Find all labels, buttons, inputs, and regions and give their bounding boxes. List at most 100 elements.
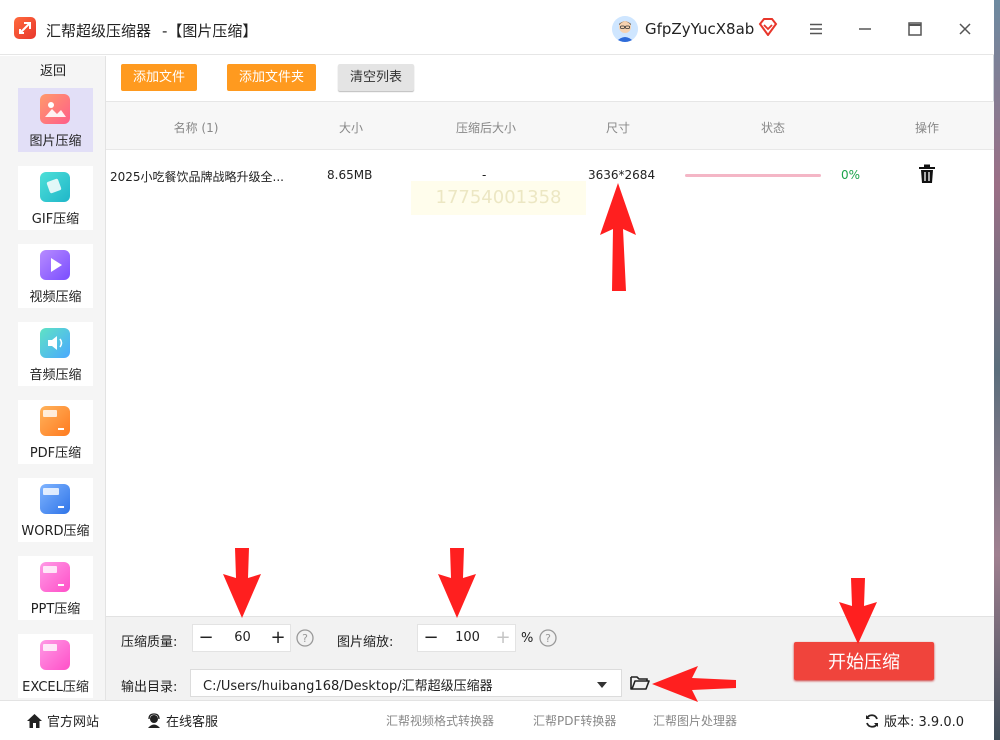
sidebar-item-video[interactable]: 视频压缩 — [18, 244, 93, 308]
sidebar-item-excel[interactable]: EXCEL压缩 — [18, 634, 93, 698]
scale-help-icon[interactable]: ? — [539, 629, 557, 651]
output-path-select[interactable]: C:/Users/huibang168/Desktop/汇帮超级压缩器 — [190, 669, 622, 697]
video-converter-link[interactable]: 汇帮视频格式转换器 — [386, 712, 494, 729]
close-button[interactable] — [952, 16, 978, 42]
app-window: 汇帮超级压缩器 -【图片压缩】 GfpZyYucX8ab 返回 图片压缩 GIF… — [0, 0, 994, 740]
username[interactable]: GfpZyYucX8ab — [645, 20, 754, 38]
progress-percent: 0% — [841, 168, 861, 182]
quality-help-icon[interactable]: ? — [296, 629, 314, 651]
scale-decrease-button[interactable]: − — [418, 625, 444, 651]
sidebar-item-ppt[interactable]: PPT压缩 — [18, 556, 93, 620]
output-label: 输出目录: — [121, 680, 178, 695]
svg-text:?: ? — [302, 632, 308, 645]
official-website-link[interactable]: 官方网站 — [26, 711, 99, 730]
start-compress-button[interactable]: 开始压缩 — [794, 642, 934, 680]
sidebar-item-gif[interactable]: GIF压缩 — [18, 166, 93, 230]
sidebar-item-label: 图片压缩 — [29, 134, 82, 149]
file-name: 2025小吃餐饮品牌战略升级全... — [110, 170, 284, 184]
trash-icon — [919, 164, 935, 183]
online-support-link[interactable]: 在线客服 — [146, 711, 218, 730]
add-file-button[interactable]: 添加文件 — [121, 64, 198, 91]
gif-icon — [40, 172, 70, 202]
official-website-label: 官方网站 — [47, 715, 100, 730]
scale-value[interactable]: 100 — [444, 630, 491, 645]
quality-increase-button[interactable]: + — [265, 625, 291, 651]
image-processor-link[interactable]: 汇帮图片处理器 — [653, 712, 737, 729]
quality-label: 压缩质量: — [121, 635, 178, 650]
sidebar-item-label: EXCEL压缩 — [22, 680, 89, 695]
minimize-icon — [859, 28, 871, 30]
sidebar-item-audio[interactable]: 音频压缩 — [18, 322, 93, 386]
open-folder-button[interactable] — [630, 675, 650, 695]
menu-button[interactable] — [803, 16, 829, 42]
svg-text:?: ? — [545, 632, 551, 645]
scale-increase-button[interactable]: + — [490, 625, 516, 651]
column-header-dimensions: 尺寸 — [605, 121, 630, 135]
column-header-name: 名称 (1) — [173, 121, 219, 135]
column-header-action: 操作 — [914, 121, 939, 135]
watermark: 17754001358 — [411, 181, 586, 215]
column-header-size: 大小 — [338, 121, 363, 135]
user-avatar[interactable] — [612, 16, 638, 42]
image-icon — [40, 94, 70, 124]
home-icon — [27, 714, 42, 728]
video-play-icon — [40, 250, 70, 280]
sidebar-item-image[interactable]: 图片压缩 — [18, 88, 93, 152]
minimize-button[interactable] — [852, 16, 878, 42]
settings-panel: 压缩质量: − 60 + ? 图片缩放: − 100 + % ? 输出目录: C… — [106, 616, 994, 700]
maximize-button[interactable] — [902, 16, 928, 42]
sidebar-item-label: PPT压缩 — [30, 602, 81, 617]
word-file-icon — [40, 484, 70, 514]
scale-unit: % — [521, 631, 534, 646]
version-info[interactable]: 版本: 3.9.0.0 — [864, 711, 964, 730]
sidebar-item-label: 视频压缩 — [29, 290, 82, 305]
sidebar-item-label: GIF压缩 — [31, 212, 80, 227]
quality-value[interactable]: 60 — [219, 630, 266, 645]
sidebar-item-label: 音频压缩 — [29, 368, 82, 383]
app-logo-icon — [14, 17, 36, 39]
refresh-icon — [866, 714, 878, 728]
hamburger-menu-icon — [810, 23, 822, 35]
excel-file-icon — [40, 640, 70, 670]
delete-button[interactable] — [918, 164, 936, 188]
add-folder-button[interactable]: 添加文件夹 — [227, 64, 317, 91]
file-size: 8.65MB — [327, 168, 373, 182]
app-title: 汇帮超级压缩器 — [46, 22, 152, 40]
quality-decrease-button[interactable]: − — [193, 625, 219, 651]
pdf-converter-link[interactable]: 汇帮PDF转换器 — [533, 712, 616, 729]
table-row[interactable]: 17754001358 2025小吃餐饮品牌战略升级全... 8.65MB - … — [106, 151, 994, 215]
audio-icon — [40, 328, 70, 358]
sidebar-item-word[interactable]: WORD压缩 — [18, 478, 93, 542]
app-subtitle: -【图片压缩】 — [162, 22, 258, 40]
column-header-status: 状态 — [760, 121, 785, 135]
scale-label: 图片缩放: — [337, 635, 394, 650]
sidebar-item-label: PDF压缩 — [29, 446, 82, 461]
file-table: 名称 (1) 大小 压缩后大小 尺寸 状态 操作 17754001358 202… — [106, 101, 994, 616]
output-path: C:/Users/huibang168/Desktop/汇帮超级压缩器 — [203, 679, 493, 694]
scale-stepper[interactable]: − 100 + — [417, 624, 516, 652]
pdf-file-icon — [40, 406, 70, 436]
compressed-size: - — [482, 168, 487, 182]
chevron-down-icon — [597, 682, 607, 688]
sidebar: 返回 图片压缩 GIF压缩 视频压缩 音频压缩 PDF压缩 WORD压缩 PPT… — [0, 56, 106, 700]
online-support-label: 在线客服 — [166, 715, 219, 730]
sidebar-item-pdf[interactable]: PDF压缩 — [18, 400, 93, 464]
ppt-file-icon — [40, 562, 70, 592]
version-value: 3.9.0.0 — [918, 715, 965, 730]
version-label: 版本: — [884, 715, 915, 730]
sidebar-item-label: WORD压缩 — [21, 524, 90, 539]
maximize-icon — [908, 22, 922, 36]
progress-bar — [685, 174, 821, 177]
customer-service-icon — [148, 713, 160, 728]
folder-open-icon — [630, 676, 650, 690]
table-header: 名称 (1) 大小 压缩后大小 尺寸 状态 操作 — [106, 102, 994, 150]
clear-list-button[interactable]: 清空列表 — [338, 64, 415, 91]
title-bar: 汇帮超级压缩器 -【图片压缩】 GfpZyYucX8ab — [0, 0, 994, 55]
image-dimensions: 3636*2684 — [588, 168, 656, 182]
back-button[interactable]: 返回 — [0, 60, 106, 79]
column-header-compressed-size: 压缩后大小 — [455, 121, 516, 135]
desktop-background-strip — [994, 0, 1000, 740]
quality-stepper[interactable]: − 60 + — [192, 624, 291, 652]
vip-diamond-icon[interactable] — [758, 18, 778, 40]
close-icon — [959, 23, 971, 35]
